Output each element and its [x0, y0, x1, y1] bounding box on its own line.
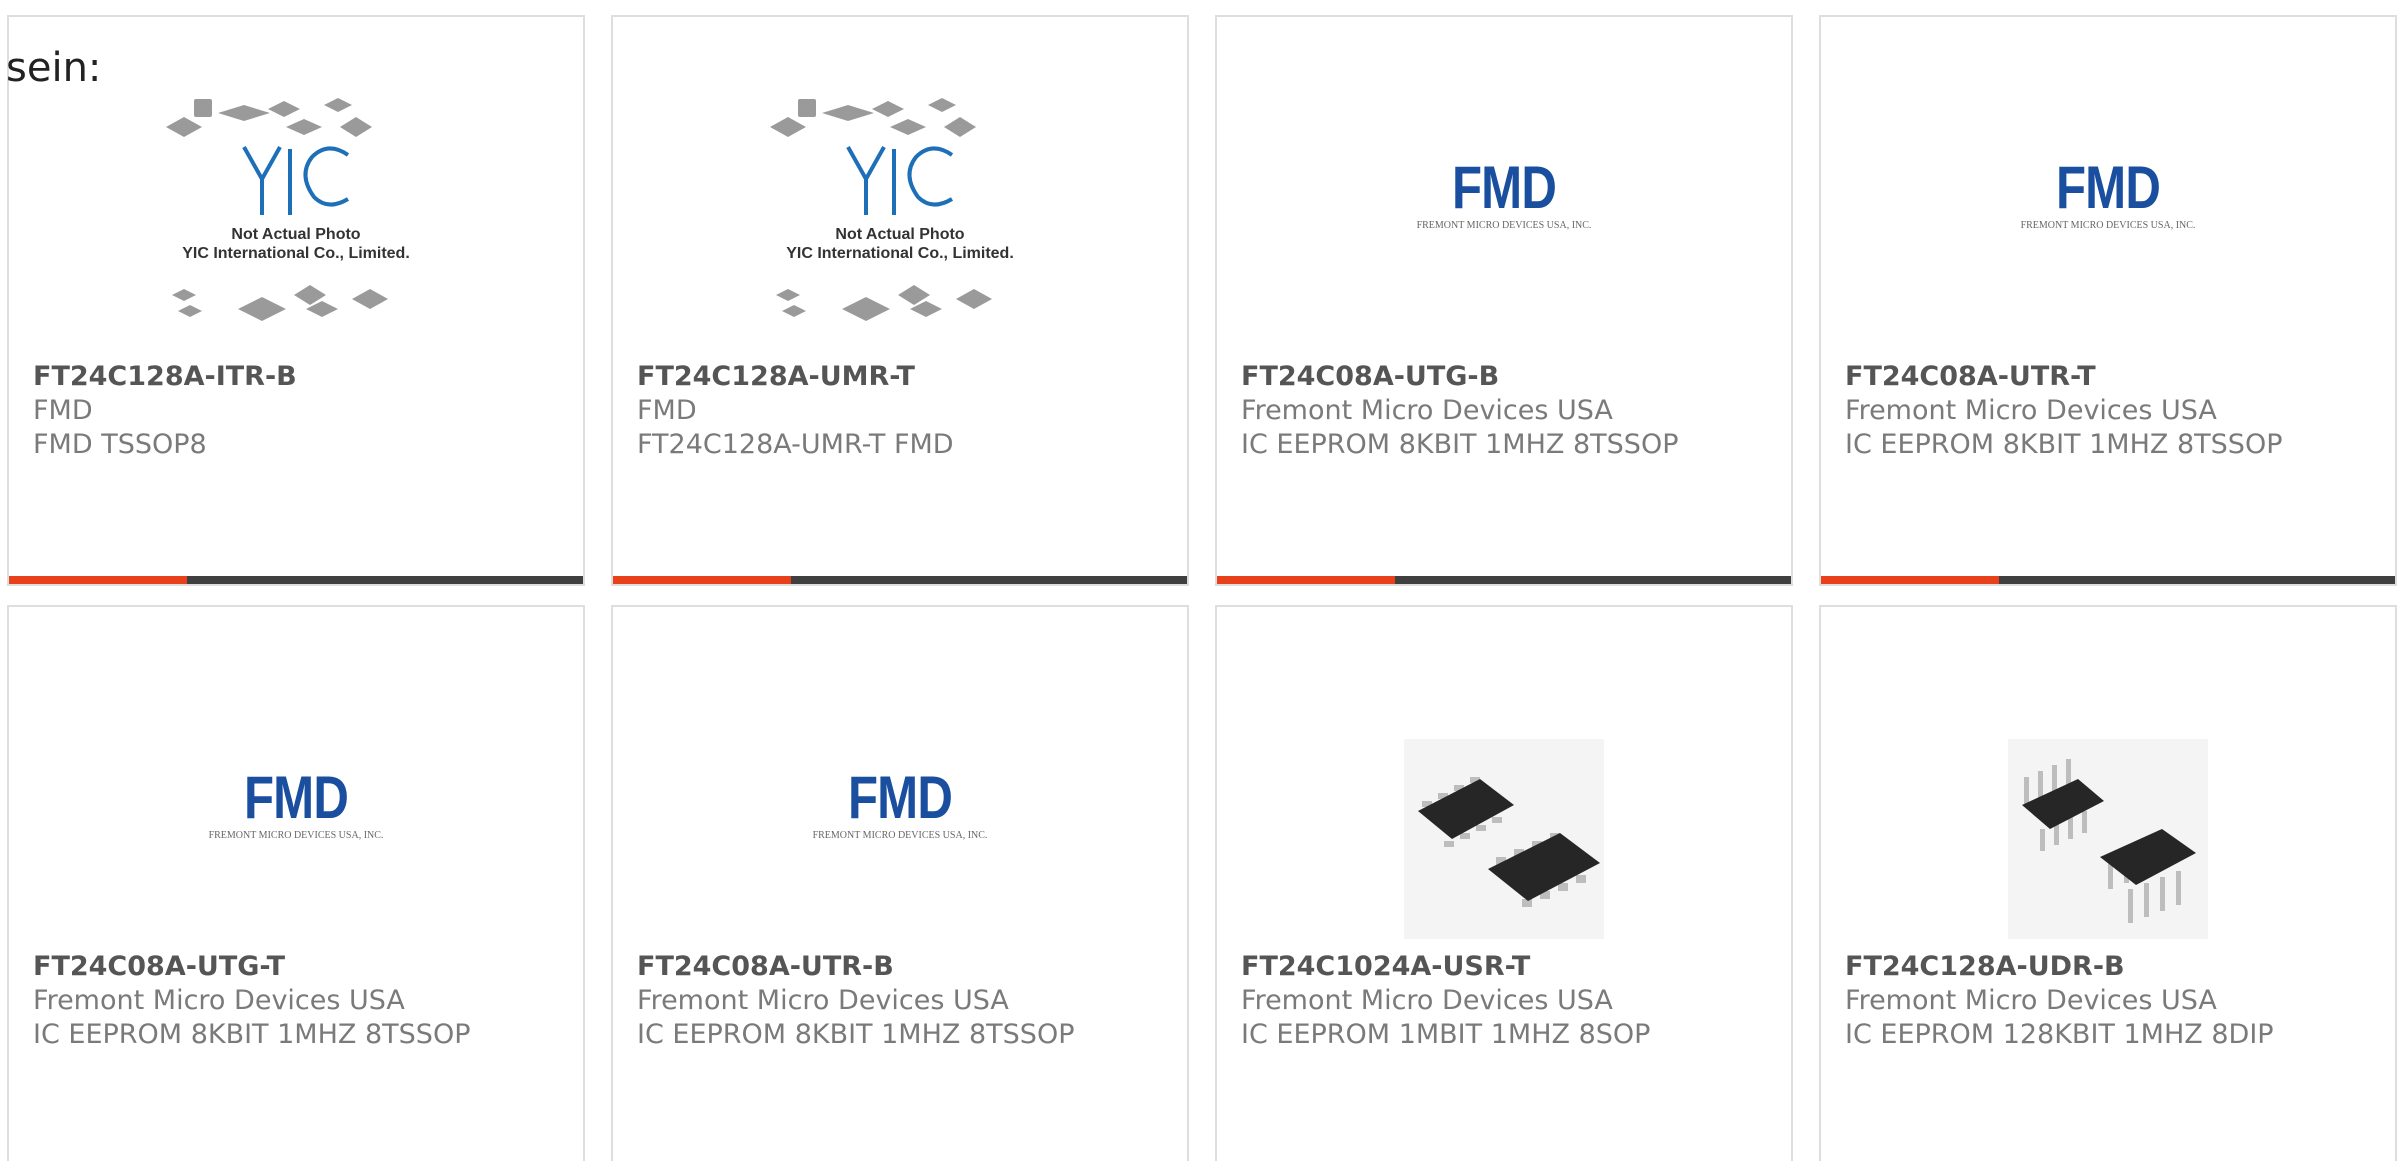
- manufacturer: Fremont Micro Devices USA: [1241, 985, 1613, 1016]
- progress-bar: [1821, 576, 2395, 584]
- product-card[interactable]: Not Actual Photo YIC International Co., …: [7, 15, 585, 586]
- package-icons-graphic: [770, 98, 992, 321]
- manufacturer: Fremont Micro Devices USA: [33, 985, 405, 1016]
- fmd-logo-subtext: FREMONT MICRO DEVICES USA, INC.: [812, 830, 988, 841]
- part-number-link[interactable]: FT24C128A-ITR-B: [33, 360, 573, 394]
- product-image[interactable]: Not Actual Photo YIC International Co., …: [9, 87, 583, 367]
- image-caption-line-2: YIC International Co., Limited.: [182, 245, 410, 262]
- product-card[interactable]: FT24C1024A-USR-T Fremont Micro Devices U…: [1215, 605, 1793, 1161]
- product-card[interactable]: FMD FREMONT MICRO DEVICES USA, INC. FT24…: [1215, 15, 1793, 586]
- manufacturer: Fremont Micro Devices USA: [1845, 985, 2217, 1016]
- image-caption-line-1: Not Actual Photo: [835, 226, 965, 243]
- product-grid-page: sein: Not Actual Photo YIC International…: [0, 0, 2400, 1161]
- product-image[interactable]: FMD FREMONT MICRO DEVICES USA, INC.: [1217, 87, 1791, 367]
- product-card[interactable]: FMD FREMONT MICRO DEVICES USA, INC. FT24…: [7, 605, 585, 1161]
- product-description: IC EEPROM 8KBIT 1MHZ 8TSSOP: [1845, 429, 2283, 460]
- intro-text: sein:: [6, 45, 102, 91]
- product-image[interactable]: FMD FREMONT MICRO DEVICES USA, INC.: [1821, 87, 2395, 367]
- manufacturer: Fremont Micro Devices USA: [1845, 395, 2217, 426]
- fmd-logo-subtext: FREMONT MICRO DEVICES USA, INC.: [208, 830, 384, 841]
- product-description: IC EEPROM 8KBIT 1MHZ 8TSSOP: [1241, 429, 1679, 460]
- fmd-logo: FMD FREMONT MICRO DEVICES USA, INC.: [1399, 157, 1609, 247]
- image-caption-line-2: YIC International Co., Limited.: [786, 245, 1014, 262]
- manufacturer: Fremont Micro Devices USA: [1241, 395, 1613, 426]
- product-image[interactable]: [1821, 667, 2395, 967]
- dip8-chip-icon: [2022, 759, 2196, 923]
- progress-bar: [1217, 576, 1791, 584]
- fmd-logo-subtext: FREMONT MICRO DEVICES USA, INC.: [2020, 220, 2196, 231]
- product-description: IC EEPROM 8KBIT 1MHZ 8TSSOP: [637, 1019, 1075, 1050]
- soic8-chip-photo: [1404, 739, 1604, 939]
- manufacturer: Fremont Micro Devices USA: [637, 985, 1009, 1016]
- fmd-logo: FMD FREMONT MICRO DEVICES USA, INC.: [191, 767, 401, 857]
- part-number-link[interactable]: FT24C08A-UTR-B: [637, 950, 1177, 984]
- soic8-chip-icon: [1418, 777, 1600, 907]
- progress-fill: [613, 576, 791, 584]
- part-number-link[interactable]: FT24C128A-UDR-B: [1845, 950, 2385, 984]
- product-image[interactable]: Not Actual Photo YIC International Co., …: [613, 87, 1187, 367]
- package-icons-graphic: [166, 98, 388, 321]
- progress-fill: [9, 576, 187, 584]
- part-number-link[interactable]: FT24C08A-UTG-B: [1241, 360, 1781, 394]
- product-image[interactable]: FMD FREMONT MICRO DEVICES USA, INC.: [9, 667, 583, 967]
- fmd-logo: FMD FREMONT MICRO DEVICES USA, INC.: [795, 767, 1005, 857]
- product-description: IC EEPROM 1MBIT 1MHZ 8SOP: [1241, 1019, 1651, 1050]
- product-card[interactable]: Not Actual Photo YIC International Co., …: [611, 15, 1189, 586]
- progress-fill: [1217, 576, 1395, 584]
- part-number-link[interactable]: FT24C128A-UMR-T: [637, 360, 1177, 394]
- not-actual-photo-placeholder: Not Actual Photo YIC International Co., …: [156, 87, 436, 337]
- fmd-logo-subtext: FREMONT MICRO DEVICES USA, INC.: [1416, 220, 1592, 231]
- product-description: IC EEPROM 128KBIT 1MHZ 8DIP: [1845, 1019, 2274, 1050]
- fmd-logo-text: FMD: [243, 764, 349, 831]
- product-card[interactable]: FT24C128A-UDR-B Fremont Micro Devices US…: [1819, 605, 2397, 1161]
- fmd-logo-text: FMD: [2055, 154, 2161, 221]
- product-image[interactable]: [1217, 667, 1791, 967]
- product-card[interactable]: FMD FREMONT MICRO DEVICES USA, INC. FT24…: [611, 605, 1189, 1161]
- dip8-chip-photo: [2008, 739, 2208, 939]
- fmd-logo: FMD FREMONT MICRO DEVICES USA, INC.: [2003, 157, 2213, 247]
- product-description: FT24C128A-UMR-T FMD: [637, 429, 954, 460]
- product-card[interactable]: FMD FREMONT MICRO DEVICES USA, INC. FT24…: [1819, 15, 2397, 586]
- part-number-link[interactable]: FT24C08A-UTR-T: [1845, 360, 2385, 394]
- manufacturer: FMD: [637, 395, 697, 426]
- fmd-logo-text: FMD: [1451, 154, 1557, 221]
- product-description: FMD TSSOP8: [33, 429, 207, 460]
- image-caption-line-1: Not Actual Photo: [231, 226, 361, 243]
- progress-bar: [613, 576, 1187, 584]
- progress-fill: [1821, 576, 1999, 584]
- manufacturer: FMD: [33, 395, 93, 426]
- product-image[interactable]: FMD FREMONT MICRO DEVICES USA, INC.: [613, 667, 1187, 967]
- product-description: IC EEPROM 8KBIT 1MHZ 8TSSOP: [33, 1019, 471, 1050]
- progress-bar: [9, 576, 583, 584]
- part-number-link[interactable]: FT24C1024A-USR-T: [1241, 950, 1781, 984]
- fmd-logo-text: FMD: [847, 764, 953, 831]
- part-number-link[interactable]: FT24C08A-UTG-T: [33, 950, 573, 984]
- not-actual-photo-placeholder: Not Actual Photo YIC International Co., …: [760, 87, 1040, 337]
